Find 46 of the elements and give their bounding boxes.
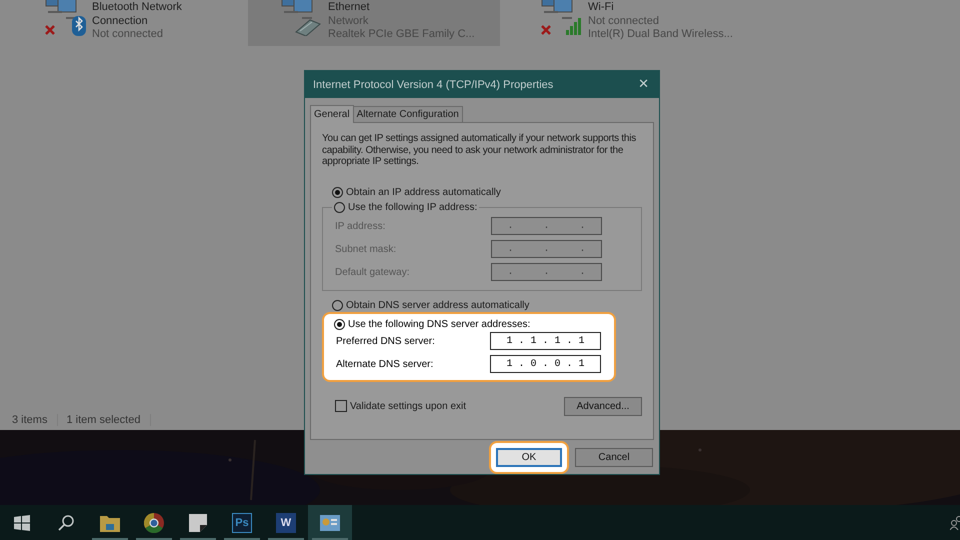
field-label: Alternate DNS server: bbox=[336, 358, 434, 370]
checkbox-label: Validate settings upon exit bbox=[350, 400, 466, 412]
connection-status: Not connected bbox=[588, 14, 660, 28]
close-button[interactable]: ✕ bbox=[638, 77, 649, 92]
field-label: IP address: bbox=[335, 220, 386, 232]
search-icon[interactable] bbox=[57, 514, 75, 532]
radio-button[interactable] bbox=[334, 318, 345, 330]
field-label: Subnet mask: bbox=[335, 244, 398, 254]
description-text: You can get IP settings assigned automatically if your network supports this capability. Otherwise, you need to ask your network administrator for the appropriate IP settings. bbox=[322, 133, 637, 168]
tab[interactable]: General bbox=[310, 105, 354, 123]
windows-start-icon[interactable] bbox=[14, 514, 30, 530]
status-text: 3 items bbox=[12, 414, 58, 426]
connection-item[interactable]: Bluetooth Network Connection Not connected bbox=[42, 0, 240, 46]
status-text: 1 item selected bbox=[66, 414, 152, 426]
network-computers-icon bbox=[42, 0, 88, 36]
connection-name: Bluetooth Network Connection bbox=[92, 1, 183, 28]
network-settings-icon[interactable] bbox=[320, 514, 340, 530]
dialog-button[interactable]: OK bbox=[496, 448, 562, 467]
word-icon[interactable]: W bbox=[276, 512, 296, 532]
ip-address-field[interactable]: 1 . 1 . 1 . 1 bbox=[490, 332, 601, 350]
radio-label: Use the following IP address: bbox=[348, 202, 478, 212]
network-computers-icon bbox=[538, 0, 584, 36]
checkbox[interactable] bbox=[335, 400, 347, 412]
tab[interactable]: Alternate Configuration bbox=[352, 106, 463, 122]
radio-label: Obtain an IP address automatically bbox=[346, 186, 501, 198]
field-label: Default gateway: bbox=[335, 266, 410, 278]
people-icon[interactable] bbox=[950, 516, 960, 530]
field-label: Preferred DNS server: bbox=[336, 336, 436, 346]
radio-button[interactable] bbox=[332, 300, 343, 310]
connection-status: Not connected bbox=[92, 28, 164, 42]
sticky-note-icon[interactable] bbox=[189, 514, 207, 532]
chrome-icon[interactable] bbox=[144, 512, 164, 532]
connection-name: Ethernet bbox=[328, 1, 371, 14]
radio-button[interactable] bbox=[332, 186, 343, 198]
connection-item[interactable]: Wi-Fi Not connected Intel(R) Dual Band Wireless... bbox=[508, 0, 741, 46]
window-title: Internet Protocol Version 4 (TCP/IPv4) Properties bbox=[313, 78, 554, 90]
dialog-button[interactable]: Cancel bbox=[575, 448, 653, 467]
radio-label: Obtain DNS server address automatically bbox=[346, 300, 530, 310]
photoshop-icon[interactable]: Ps bbox=[232, 512, 252, 532]
adapter-name: Intel(R) Dual Band Wireless... bbox=[588, 28, 733, 42]
radio-label: Use the following DNS server addresses: bbox=[348, 318, 530, 330]
connection-name: Wi-Fi bbox=[588, 1, 615, 14]
radio-button[interactable] bbox=[334, 202, 345, 212]
advanced-button[interactable]: Advanced... bbox=[564, 396, 642, 416]
folder-icon[interactable] bbox=[100, 514, 120, 532]
ip-address-field[interactable]: 1 . 0 . 0 . 1 bbox=[490, 355, 601, 373]
